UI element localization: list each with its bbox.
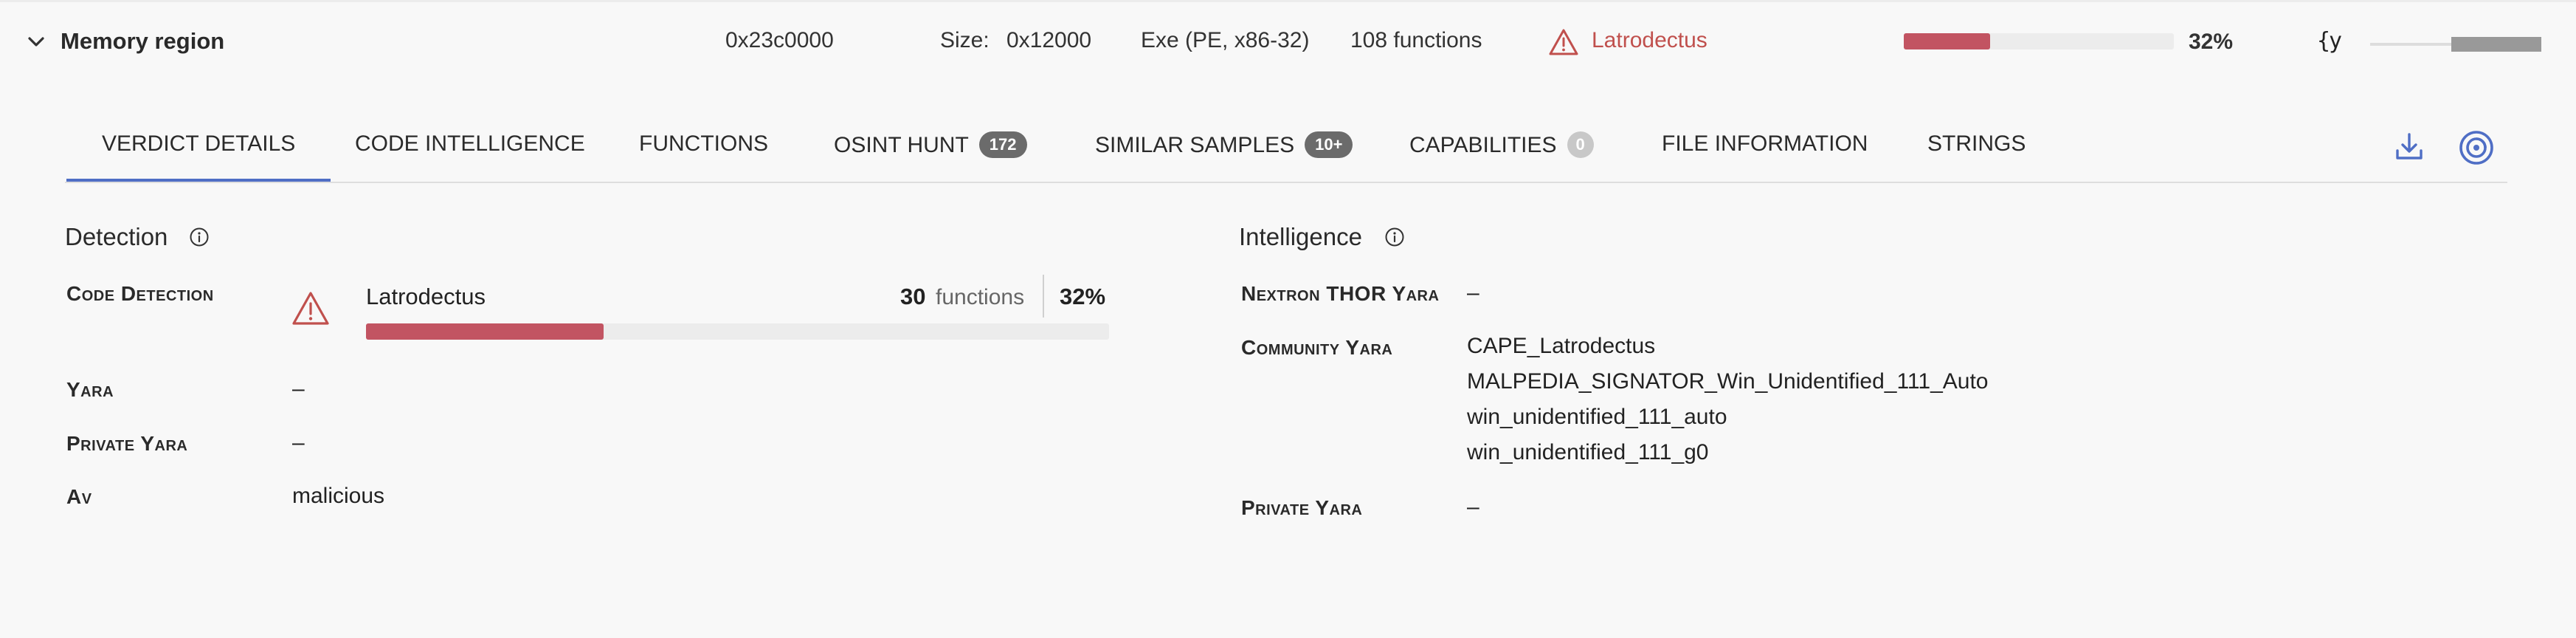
detected-function-count: 30 (900, 284, 926, 309)
function-count: 108 functions (1350, 28, 1482, 52)
divider (1043, 275, 1044, 318)
tab-label: FILE INFORMATION (1662, 131, 1868, 156)
detection-percent: 32% (1060, 284, 1106, 309)
info-icon[interactable] (189, 227, 210, 247)
tab-bar: VERDICT DETAILS CODE INTELLIGENCE FUNCTI… (65, 118, 2507, 183)
detected-family: Latrodectus (366, 284, 486, 309)
detection-progress-bar (366, 323, 1109, 340)
community-yara-rule[interactable]: MALPEDIA_SIGNATOR_Win_Unidentified_111_A… (1467, 369, 1988, 394)
chevron-down-icon[interactable] (25, 31, 47, 53)
tab-functions[interactable]: FUNCTIONS (639, 131, 768, 179)
tab-strings[interactable]: STRINGS (1927, 131, 2026, 179)
count-badge: 10+ (1305, 131, 1353, 158)
tab-label: STRINGS (1927, 131, 2026, 156)
tab-similar-samples[interactable]: SIMILAR SAMPLES 10+ (1095, 131, 1353, 179)
file-format: Exe (PE, x86-32) (1141, 28, 1310, 52)
yara-value: – (292, 377, 305, 401)
community-yara-label: Community Yara (1241, 336, 1393, 359)
minimap-segment (2451, 37, 2541, 52)
download-icon[interactable] (2393, 130, 2425, 162)
warning-triangle-icon (1549, 29, 1578, 55)
tab-label: OSINT HUNT (834, 133, 969, 157)
detection-title: Detection (65, 223, 168, 250)
tab-osint-hunt[interactable]: OSINT HUNT 172 (834, 131, 1027, 179)
detection-progress-fill (366, 323, 604, 340)
code-glyph: {y (2317, 28, 2342, 54)
community-yara-rule[interactable]: win_unidentified_111_auto (1467, 405, 1727, 430)
tab-label: FUNCTIONS (639, 131, 768, 156)
code-detection-label: Code Detection (66, 282, 214, 305)
tab-code-intelligence[interactable]: CODE INTELLIGENCE (355, 131, 585, 179)
yara-label: Yara (66, 378, 114, 401)
malware-family[interactable]: Latrodectus (1592, 28, 1707, 53)
tab-label: SIMILAR SAMPLES (1095, 133, 1295, 157)
memory-address: 0x23c0000 (725, 28, 834, 52)
av-label: Av (66, 485, 92, 508)
av-value: malicious (292, 484, 385, 508)
warning-triangle-icon (292, 292, 329, 325)
private-yara-label: Private Yara (66, 432, 188, 455)
private-yara-value: – (1467, 495, 1479, 519)
minimap-track[interactable] (2370, 37, 2541, 52)
memory-region-header[interactable]: Memory region 0x23c0000 Size: 0x12000 Ex… (0, 0, 2576, 87)
match-percent: 32% (2189, 30, 2234, 54)
private-yara-value: – (292, 431, 305, 455)
tab-capabilities[interactable]: CAPABILITIES 0 (1409, 131, 1594, 179)
count-badge: 0 (1567, 131, 1594, 158)
community-yara-rule[interactable]: win_unidentified_111_g0 (1467, 440, 1709, 465)
tab-label: VERDICT DETAILS (102, 131, 296, 156)
community-yara-rule[interactable]: CAPE_Latrodectus (1467, 334, 1655, 359)
intelligence-title: Intelligence (1239, 223, 1362, 250)
info-icon[interactable] (1384, 227, 1405, 247)
section-title: Memory region (61, 28, 225, 54)
nextron-yara-value: – (1467, 281, 1479, 305)
nextron-yara-label: Nextron THOR Yara (1241, 282, 1440, 305)
size-label: Size: (940, 28, 990, 52)
count-badge: 172 (978, 131, 1027, 158)
private-yara-label: Private Yara (1241, 496, 1363, 519)
size-value: 0x12000 (1006, 28, 1092, 52)
functions-unit: functions (936, 285, 1025, 309)
target-icon[interactable] (2457, 128, 2496, 167)
tab-label: CAPABILITIES (1409, 133, 1557, 157)
tab-verdict-details[interactable]: VERDICT DETAILS (66, 131, 331, 182)
tab-file-information[interactable]: FILE INFORMATION (1662, 131, 1868, 179)
match-progress-fill (1904, 33, 1991, 49)
match-progress-bar (1904, 33, 2174, 49)
tab-label: CODE INTELLIGENCE (355, 131, 585, 156)
